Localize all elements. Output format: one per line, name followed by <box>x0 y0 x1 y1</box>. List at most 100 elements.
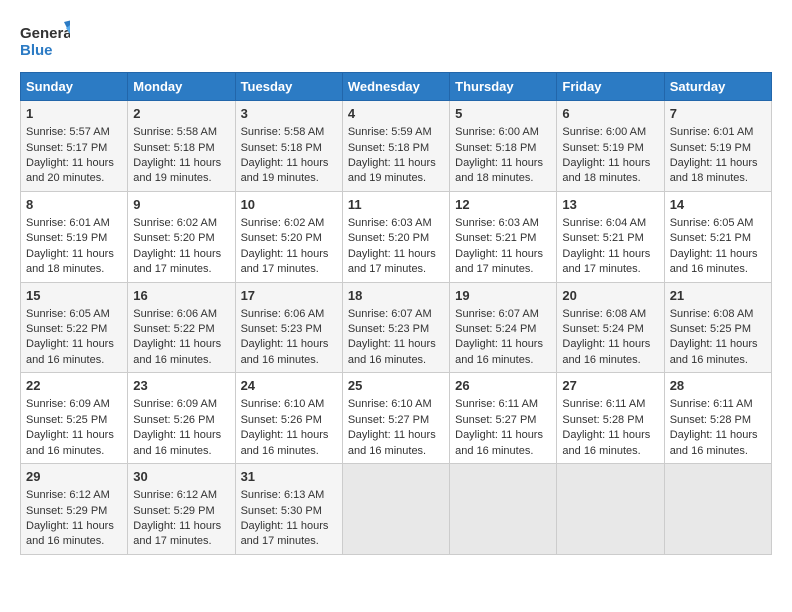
day-info: Sunrise: 6:02 AM <box>133 216 229 231</box>
calendar-cell: 16Sunrise: 6:06 AMSunset: 5:22 PMDayligh… <box>128 282 235 373</box>
day-info: Daylight: 11 hours <box>670 428 766 443</box>
day-info: Sunset: 5:20 PM <box>241 231 337 246</box>
calendar-cell: 25Sunrise: 6:10 AMSunset: 5:27 PMDayligh… <box>342 373 449 464</box>
day-number: 21 <box>670 287 766 305</box>
calendar-cell: 3Sunrise: 5:58 AMSunset: 5:18 PMDaylight… <box>235 101 342 192</box>
day-info: Sunrise: 6:01 AM <box>26 216 122 231</box>
logo-container: General Blue <box>20 20 70 62</box>
page-header: General Blue <box>20 20 772 62</box>
day-number: 14 <box>670 196 766 214</box>
day-info: Sunset: 5:30 PM <box>241 504 337 519</box>
day-number: 29 <box>26 468 122 486</box>
calendar-cell: 15Sunrise: 6:05 AMSunset: 5:22 PMDayligh… <box>21 282 128 373</box>
day-info: and 19 minutes. <box>241 171 337 186</box>
day-number: 30 <box>133 468 229 486</box>
day-info: Daylight: 11 hours <box>26 428 122 443</box>
day-info: Sunrise: 6:02 AM <box>241 216 337 231</box>
day-info: Daylight: 11 hours <box>241 428 337 443</box>
calendar-cell: 4Sunrise: 5:59 AMSunset: 5:18 PMDaylight… <box>342 101 449 192</box>
day-info: Sunrise: 6:04 AM <box>562 216 658 231</box>
day-number: 27 <box>562 377 658 395</box>
day-info: Sunset: 5:26 PM <box>133 413 229 428</box>
day-info: Daylight: 11 hours <box>133 428 229 443</box>
day-info: and 17 minutes. <box>241 534 337 549</box>
day-info: and 18 minutes. <box>670 171 766 186</box>
day-info: Daylight: 11 hours <box>348 428 444 443</box>
day-info: Daylight: 11 hours <box>241 519 337 534</box>
calendar-week-4: 22Sunrise: 6:09 AMSunset: 5:25 PMDayligh… <box>21 373 772 464</box>
day-number: 15 <box>26 287 122 305</box>
calendar-cell: 21Sunrise: 6:08 AMSunset: 5:25 PMDayligh… <box>664 282 771 373</box>
day-info: Sunset: 5:18 PM <box>241 141 337 156</box>
calendar-cell: 20Sunrise: 6:08 AMSunset: 5:24 PMDayligh… <box>557 282 664 373</box>
day-info: and 16 minutes. <box>133 444 229 459</box>
calendar-cell <box>557 464 664 555</box>
day-info: Sunset: 5:23 PM <box>241 322 337 337</box>
day-info: Daylight: 11 hours <box>133 156 229 171</box>
day-info: Daylight: 11 hours <box>133 519 229 534</box>
day-info: Sunrise: 6:06 AM <box>241 307 337 322</box>
day-info: Sunset: 5:29 PM <box>26 504 122 519</box>
day-info: Sunrise: 6:13 AM <box>241 488 337 503</box>
day-info: Daylight: 11 hours <box>455 156 551 171</box>
day-number: 26 <box>455 377 551 395</box>
day-info: Sunset: 5:24 PM <box>455 322 551 337</box>
day-info: Daylight: 11 hours <box>562 428 658 443</box>
day-info: and 16 minutes. <box>26 534 122 549</box>
day-info: Sunrise: 6:06 AM <box>133 307 229 322</box>
day-info: Sunrise: 6:08 AM <box>670 307 766 322</box>
day-number: 25 <box>348 377 444 395</box>
day-info: Sunrise: 6:03 AM <box>455 216 551 231</box>
day-info: Daylight: 11 hours <box>455 247 551 262</box>
day-info: Sunset: 5:19 PM <box>670 141 766 156</box>
day-info: Sunset: 5:18 PM <box>348 141 444 156</box>
day-info: Sunset: 5:18 PM <box>133 141 229 156</box>
day-info: Sunrise: 6:01 AM <box>670 125 766 140</box>
day-info: and 17 minutes. <box>455 262 551 277</box>
day-info: Sunrise: 6:03 AM <box>348 216 444 231</box>
calendar-cell: 28Sunrise: 6:11 AMSunset: 5:28 PMDayligh… <box>664 373 771 464</box>
calendar-cell: 9Sunrise: 6:02 AMSunset: 5:20 PMDaylight… <box>128 191 235 282</box>
day-info: Sunset: 5:26 PM <box>241 413 337 428</box>
day-info: Daylight: 11 hours <box>670 337 766 352</box>
calendar-cell: 8Sunrise: 6:01 AMSunset: 5:19 PMDaylight… <box>21 191 128 282</box>
day-info: and 16 minutes. <box>670 444 766 459</box>
day-info: Sunrise: 6:10 AM <box>348 397 444 412</box>
day-number: 19 <box>455 287 551 305</box>
day-info: and 17 minutes. <box>241 262 337 277</box>
day-info: Daylight: 11 hours <box>562 247 658 262</box>
day-info: Sunrise: 6:11 AM <box>455 397 551 412</box>
day-info: and 17 minutes. <box>133 534 229 549</box>
day-info: and 16 minutes. <box>26 353 122 368</box>
day-number: 24 <box>241 377 337 395</box>
day-info: Sunrise: 5:58 AM <box>133 125 229 140</box>
day-number: 8 <box>26 196 122 214</box>
calendar-week-1: 1Sunrise: 5:57 AMSunset: 5:17 PMDaylight… <box>21 101 772 192</box>
day-info: Sunrise: 6:12 AM <box>26 488 122 503</box>
calendar-cell: 30Sunrise: 6:12 AMSunset: 5:29 PMDayligh… <box>128 464 235 555</box>
day-info: Sunset: 5:22 PM <box>26 322 122 337</box>
day-info: Sunrise: 6:08 AM <box>562 307 658 322</box>
calendar-cell: 5Sunrise: 6:00 AMSunset: 5:18 PMDaylight… <box>450 101 557 192</box>
day-number: 18 <box>348 287 444 305</box>
header-cell-friday: Friday <box>557 73 664 101</box>
day-info: Daylight: 11 hours <box>26 337 122 352</box>
calendar-cell: 6Sunrise: 6:00 AMSunset: 5:19 PMDaylight… <box>557 101 664 192</box>
day-number: 5 <box>455 105 551 123</box>
logo-graphic: General Blue <box>20 20 70 62</box>
day-info: Sunrise: 6:07 AM <box>348 307 444 322</box>
calendar-table: SundayMondayTuesdayWednesdayThursdayFrid… <box>20 72 772 555</box>
day-number: 4 <box>348 105 444 123</box>
day-info: Sunset: 5:28 PM <box>562 413 658 428</box>
day-info: Sunset: 5:21 PM <box>455 231 551 246</box>
day-info: Sunset: 5:21 PM <box>670 231 766 246</box>
calendar-cell: 29Sunrise: 6:12 AMSunset: 5:29 PMDayligh… <box>21 464 128 555</box>
day-info: Daylight: 11 hours <box>455 428 551 443</box>
day-info: Sunrise: 6:07 AM <box>455 307 551 322</box>
day-info: Sunset: 5:23 PM <box>348 322 444 337</box>
day-number: 20 <box>562 287 658 305</box>
header-cell-saturday: Saturday <box>664 73 771 101</box>
day-info: Sunrise: 6:12 AM <box>133 488 229 503</box>
day-number: 31 <box>241 468 337 486</box>
day-info: Daylight: 11 hours <box>562 337 658 352</box>
